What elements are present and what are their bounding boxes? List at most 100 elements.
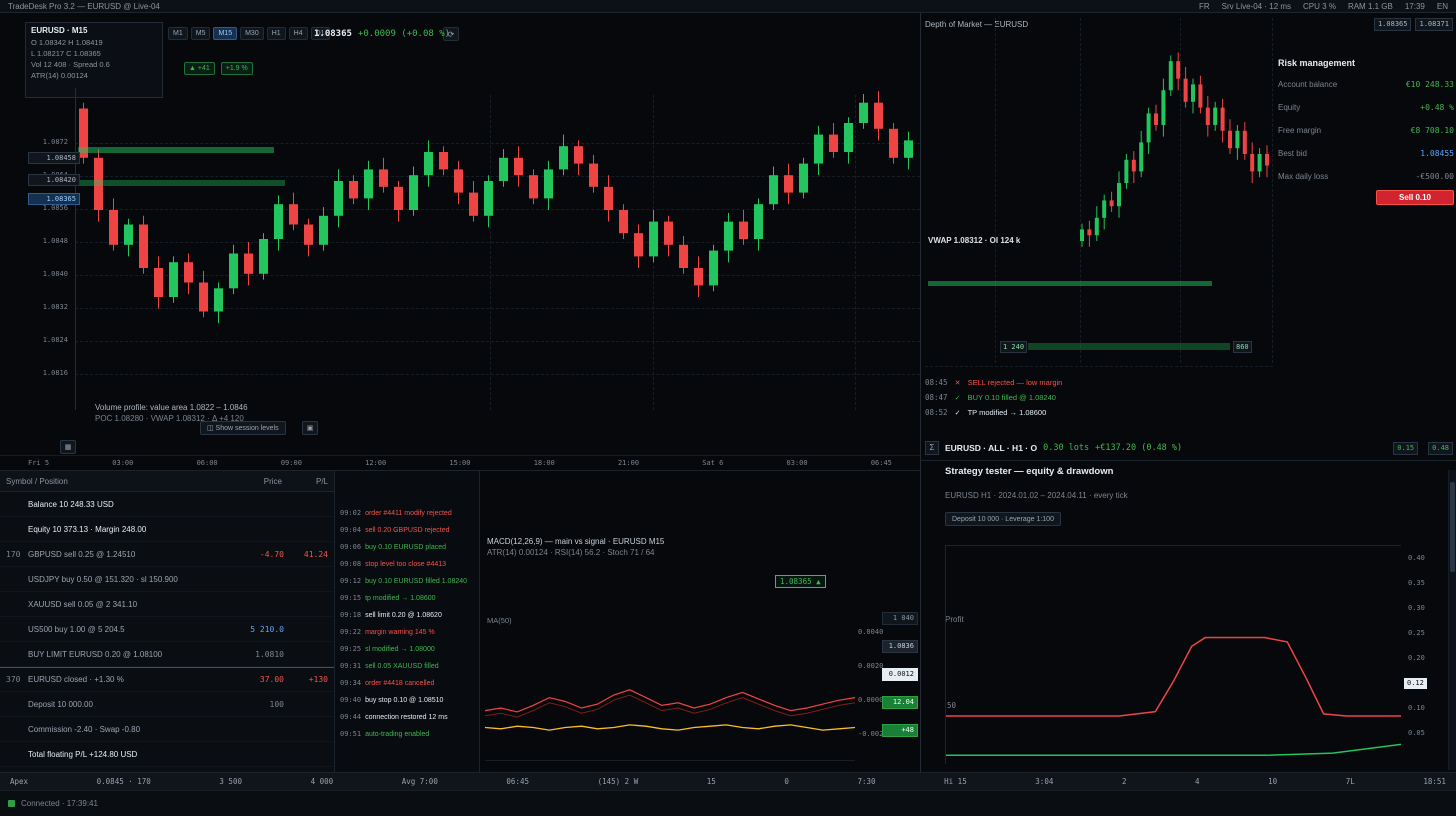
risk-value: €8 708.10 [1411, 126, 1454, 135]
risk-label: Equity [1278, 103, 1300, 112]
depth-bar [1028, 343, 1230, 350]
positions-header: Symbol / PositionPriceP/L [0, 471, 334, 492]
risk-value: €10 248.33 [1406, 80, 1454, 89]
main-candlestick-chart[interactable] [75, 88, 920, 406]
table-row[interactable]: 170GBPUSD sell 0.25 @ 1.24510-4.7041.24 [0, 542, 334, 567]
event-text: TP modified → 1.08600 [968, 408, 1047, 417]
row-label: US500 buy 1.00 @ 5 204.5 [28, 625, 240, 634]
timeframe-button-h4[interactable]: H4 [289, 27, 308, 40]
journal-entry: 09:40buy stop 0.10 @ 1.08510 [340, 692, 474, 709]
quote-value: 1.08365 [314, 29, 352, 39]
journal-time: 09:31 [340, 658, 361, 675]
indicator-tag: 0.0012 [882, 668, 918, 681]
table-row[interactable]: Total floating P/L +124.80 USD [0, 742, 334, 767]
status-item: (145) 2 W [598, 777, 639, 786]
symbol-line: O 1.08342 H 1.08419 [31, 37, 157, 48]
journal-time: 09:51 [340, 726, 361, 743]
summary-pl: +€137.20 (0.48 %) [1095, 443, 1182, 453]
journal-text: connection restored 12 ms [365, 709, 448, 726]
quote-line: 1.08365 +0.0009 (+0.08 %) [314, 29, 450, 39]
event-text: SELL rejected — low margin [968, 378, 1063, 387]
depth-right-value: 860 [1233, 341, 1252, 353]
price-label: 1.0872 [20, 138, 68, 146]
timeframe-button-m30[interactable]: M30 [240, 27, 264, 40]
risk-value: +0.48 % [1420, 103, 1454, 112]
table-row[interactable]: Commission -2.40 · Swap -0.80 [0, 717, 334, 742]
indicator-tag: 1 040 [882, 612, 918, 625]
timeframe-button-m15[interactable]: M15 [213, 27, 237, 40]
journal-entry: 09:18sell limit 0.20 @ 1.08620 [340, 607, 474, 624]
risk-value: 1.08455 [1420, 149, 1454, 158]
table-row[interactable]: Balance 10 248.33 USD [0, 492, 334, 517]
sell-button[interactable]: Sell 0.10 [1376, 190, 1454, 205]
tester-settings-chip[interactable]: Deposit 10 000 · Leverage 1:100 [945, 512, 1061, 526]
symbol-info-panel[interactable]: EURUSD · M15 O 1.08342 H 1.08419L 1.0821… [25, 22, 163, 98]
row-index: 370 [6, 675, 28, 684]
journal-time: 09:15 [340, 590, 361, 607]
status-bar: Apex0.0845 · 1703 5004 000Avg 7:0006:45(… [0, 772, 1456, 790]
journal-entry: 09:15tp modified → 1.08600 [340, 590, 474, 607]
tester-axis-label: 0.35 [1408, 579, 1444, 587]
indicator-header: MACD(12,26,9) — main vs signal · EURUSD … [487, 536, 664, 558]
grid-toggle-button[interactable]: ▣ [302, 421, 318, 435]
status-item: 0.0845 · 170 [97, 777, 151, 786]
event-status-icon: ✓ [953, 409, 963, 417]
table-row[interactable]: 370EURUSD closed · +1.30 %37.00+130 [0, 667, 334, 692]
symbol-line: L 1.08217 C 1.08365 [31, 48, 157, 59]
indicator-line-chart[interactable] [485, 630, 855, 761]
status-item: Avg 7:00 [402, 777, 438, 786]
journal-text: tp modified → 1.08600 [365, 590, 435, 607]
topbar-item: EN [1437, 2, 1448, 11]
topbar-item: RAM 1.1 GB [1348, 2, 1393, 11]
summary-row[interactable]: ΣEURUSD · ALL · H1 · O0.30 lots+€137.20 … [925, 440, 1453, 456]
indicator-subtitle: ATR(14) 0.00124 · RSI(14) 56.2 · Stoch 7… [487, 547, 664, 558]
session-levels-button[interactable]: ◫ Show session levels [200, 421, 286, 435]
event-status-icon: ✕ [953, 379, 963, 387]
row-label: XAUUSD sell 0.05 @ 2 341.10 [28, 600, 240, 609]
table-row[interactable]: Deposit 10 000.00100 [0, 692, 334, 717]
symbol-ohlc-lines: O 1.08342 H 1.08419L 1.08217 C 1.08365Vo… [31, 37, 157, 81]
status-item: 2 [1122, 777, 1127, 786]
journal-time: 09:04 [340, 522, 361, 539]
time-axis: Fri 503:0006:0009:0012:0015:0018:0021:00… [0, 455, 920, 470]
app-title: TradeDesk Pro 3.2 — EURUSD @ Live-04 [8, 2, 160, 11]
journal-time: 09:34 [340, 675, 361, 692]
topbar-item: FR [1199, 2, 1210, 11]
topbar-item: Srv Live-04 · 12 ms [1222, 2, 1291, 11]
summary-lots: 0.30 lots [1043, 443, 1089, 453]
scrollbar-thumb[interactable] [1450, 482, 1455, 572]
tester-axis-label: 0.10 [1408, 704, 1444, 712]
journal-entry: 09:34order #4418 cancelled [340, 675, 474, 692]
row-label: EURUSD closed · +1.30 % [28, 675, 240, 684]
table-row[interactable]: Equity 10 373.13 · Margin 248.00 [0, 517, 334, 542]
scrollbar[interactable] [1448, 470, 1456, 770]
timeframe-button-h1[interactable]: H1 [267, 27, 286, 40]
timeframe-button-m5[interactable]: M5 [191, 27, 211, 40]
equity-curve-chart[interactable] [945, 545, 1401, 764]
time-label: Sat 6 [702, 459, 723, 467]
chart-mode-icon[interactable]: ▦ [60, 440, 76, 454]
time-label: Fri 5 [28, 459, 49, 467]
risk-row: Best bid1.08455 [1278, 149, 1454, 158]
timeframe-button-m1[interactable]: M1 [168, 27, 188, 40]
event-text: BUY 0.10 filled @ 1.08240 [968, 393, 1056, 402]
journal-text: sl modified → 1.08000 [365, 641, 435, 658]
table-row[interactable]: USDJPY buy 0.50 @ 151.320 · sl 150.900 [0, 567, 334, 592]
journal-entry: 09:25sl modified → 1.08000 [340, 641, 474, 658]
row-pl: +130 [284, 675, 328, 684]
summary-tag: 0.15 [1393, 442, 1418, 455]
time-label: 03:00 [787, 459, 808, 467]
status-item: 0 [784, 777, 789, 786]
journal-text: buy 0.10 EURUSD placed [365, 539, 446, 556]
dom-candlestick-chart[interactable] [1078, 32, 1274, 350]
risk-label: Account balance [1278, 80, 1337, 89]
journal-panel: 09:02order #4411 modify rejected09:04sel… [335, 470, 480, 772]
price-tag: 1.08458 [28, 152, 80, 164]
table-row[interactable]: US500 buy 1.00 @ 5 204.55 210.0 [0, 617, 334, 642]
table-row[interactable]: BUY LIMIT EURUSD 0.20 @ 1.081001.0810 [0, 642, 334, 667]
price-tag: 1.08420 [28, 174, 80, 186]
status-item: 10 [1268, 777, 1277, 786]
table-row[interactable]: XAUUSD sell 0.05 @ 2 341.10 [0, 592, 334, 617]
journal-text: sell 0.20 GBPUSD rejected [365, 522, 449, 539]
tester-axis-label: 0.05 [1408, 729, 1444, 737]
